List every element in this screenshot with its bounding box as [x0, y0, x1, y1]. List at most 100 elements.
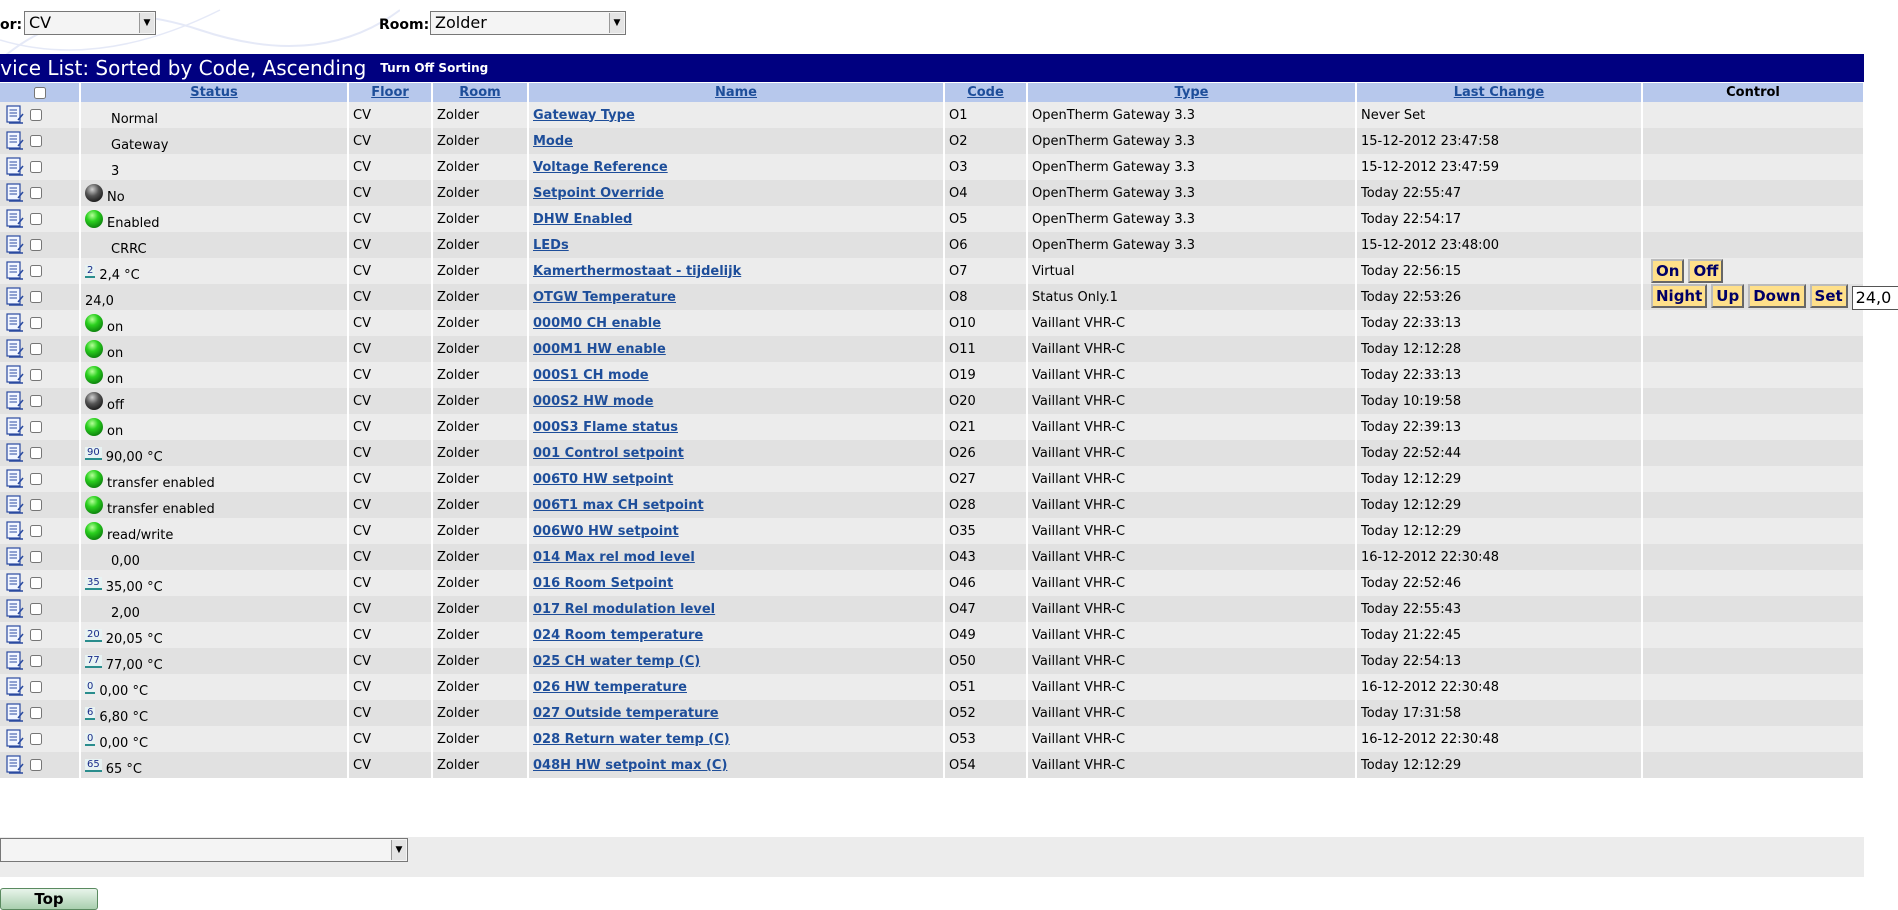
chevron-down-icon[interactable]: ▼: [139, 13, 154, 33]
device-name-link[interactable]: Gateway Type: [533, 108, 635, 123]
row-checkbox[interactable]: [30, 629, 42, 641]
device-name-link[interactable]: 000S3 Flame status: [533, 420, 678, 435]
row-checkbox[interactable]: [30, 447, 42, 459]
edit-device-icon[interactable]: [6, 729, 24, 749]
bulk-action-select[interactable]: ▼: [0, 838, 408, 862]
row-checkbox[interactable]: [30, 187, 42, 199]
device-name-link[interactable]: 000M0 CH enable: [533, 316, 661, 331]
edit-device-icon[interactable]: [6, 183, 24, 203]
sort-room-link[interactable]: Room: [459, 85, 500, 100]
control-button-on[interactable]: On: [1651, 259, 1685, 283]
row-checkbox[interactable]: [30, 551, 42, 563]
edit-device-icon[interactable]: [6, 417, 24, 437]
device-name-link[interactable]: 000S1 CH mode: [533, 368, 649, 383]
device-name-link[interactable]: 001 Control setpoint: [533, 446, 684, 461]
device-name-link[interactable]: 006T0 HW setpoint: [533, 472, 673, 487]
sort-status-link[interactable]: Status: [190, 85, 238, 100]
device-name-link[interactable]: 026 HW temperature: [533, 680, 687, 695]
edit-device-icon[interactable]: [6, 157, 24, 177]
device-name-link[interactable]: LEDs: [533, 238, 569, 253]
device-name-link[interactable]: 028 Return water temp (C): [533, 732, 730, 747]
device-name-link[interactable]: 024 Room temperature: [533, 628, 703, 643]
edit-device-icon[interactable]: [6, 235, 24, 255]
control-button-up[interactable]: Up: [1711, 284, 1745, 309]
edit-device-icon[interactable]: [6, 651, 24, 671]
row-checkbox[interactable]: [30, 395, 42, 407]
row-checkbox[interactable]: [30, 291, 42, 303]
row-checkbox[interactable]: [30, 369, 42, 381]
chevron-down-icon[interactable]: ▼: [391, 840, 406, 860]
sort-code-link[interactable]: Code: [967, 85, 1004, 100]
edit-device-icon[interactable]: [6, 313, 24, 333]
row-checkbox[interactable]: [30, 655, 42, 667]
row-checkbox[interactable]: [30, 161, 42, 173]
sort-last-change-link[interactable]: Last Change: [1454, 85, 1544, 100]
device-name-link[interactable]: Mode: [533, 134, 573, 149]
edit-device-icon[interactable]: [6, 365, 24, 385]
device-name-link[interactable]: 048H HW setpoint max (C): [533, 758, 727, 773]
row-checkbox[interactable]: [30, 239, 42, 251]
device-name-link[interactable]: 000S2 HW mode: [533, 394, 653, 409]
sort-floor-link[interactable]: Floor: [371, 85, 409, 100]
edit-device-icon[interactable]: [6, 339, 24, 359]
device-name-link[interactable]: Kamerthermostaat - tijdelijk: [533, 264, 741, 279]
edit-device-icon[interactable]: [6, 391, 24, 411]
turn-off-sorting-link[interactable]: Turn Off Sorting: [380, 61, 488, 75]
edit-device-icon[interactable]: [6, 209, 24, 229]
edit-device-icon[interactable]: [6, 443, 24, 463]
row-checkbox[interactable]: [30, 759, 42, 771]
row-checkbox[interactable]: [30, 213, 42, 225]
edit-device-icon[interactable]: [6, 625, 24, 645]
device-name-link[interactable]: 000M1 HW enable: [533, 342, 666, 357]
edit-device-icon[interactable]: [6, 261, 24, 281]
edit-device-icon[interactable]: [6, 495, 24, 515]
sort-name-link[interactable]: Name: [715, 85, 757, 100]
row-checkbox[interactable]: [30, 499, 42, 511]
control-button-off[interactable]: Off: [1688, 259, 1724, 283]
edit-device-icon[interactable]: [6, 599, 24, 619]
device-name-link[interactable]: 025 CH water temp (C): [533, 654, 700, 669]
edit-device-icon[interactable]: [6, 105, 24, 125]
top-button[interactable]: Top: [0, 888, 98, 910]
chevron-down-icon[interactable]: ▼: [609, 13, 624, 33]
row-checkbox[interactable]: [30, 525, 42, 537]
edit-device-icon[interactable]: [6, 755, 24, 775]
edit-device-icon[interactable]: [6, 287, 24, 307]
row-checkbox[interactable]: [30, 473, 42, 485]
device-name-link[interactable]: OTGW Temperature: [533, 290, 676, 305]
control-button-down[interactable]: Down: [1748, 284, 1806, 309]
select-all-checkbox[interactable]: [33, 86, 46, 99]
device-name-link[interactable]: 014 Max rel mod level: [533, 550, 695, 565]
edit-device-icon[interactable]: [6, 703, 24, 723]
edit-device-icon[interactable]: [6, 521, 24, 541]
row-checkbox[interactable]: [30, 135, 42, 147]
device-name-link[interactable]: 027 Outside temperature: [533, 706, 719, 721]
row-checkbox[interactable]: [30, 421, 42, 433]
edit-device-icon[interactable]: [6, 131, 24, 151]
row-checkbox[interactable]: [30, 577, 42, 589]
device-name-link[interactable]: Setpoint Override: [533, 186, 664, 201]
device-name-link[interactable]: Voltage Reference: [533, 160, 668, 175]
device-name-link[interactable]: 006W0 HW setpoint: [533, 524, 679, 539]
row-checkbox[interactable]: [30, 707, 42, 719]
control-button-night[interactable]: Night: [1651, 284, 1708, 309]
row-checkbox[interactable]: [30, 265, 42, 277]
row-checkbox[interactable]: [30, 603, 42, 615]
floor-select[interactable]: CV ▼: [24, 11, 156, 35]
edit-device-icon[interactable]: [6, 677, 24, 697]
device-name-link[interactable]: 016 Room Setpoint: [533, 576, 673, 591]
device-name-link[interactable]: 006T1 max CH setpoint: [533, 498, 704, 513]
row-checkbox[interactable]: [30, 733, 42, 745]
control-button-set[interactable]: Set: [1809, 284, 1848, 309]
control-value-input[interactable]: 24,0: [1851, 285, 1898, 310]
row-checkbox[interactable]: [30, 317, 42, 329]
row-checkbox[interactable]: [30, 109, 42, 121]
device-name-link[interactable]: 017 Rel modulation level: [533, 602, 715, 617]
sort-type-link[interactable]: Type: [1175, 85, 1209, 100]
row-checkbox[interactable]: [30, 343, 42, 355]
edit-device-icon[interactable]: [6, 573, 24, 593]
device-name-link[interactable]: DHW Enabled: [533, 212, 632, 227]
row-checkbox[interactable]: [30, 681, 42, 693]
edit-device-icon[interactable]: [6, 547, 24, 567]
edit-device-icon[interactable]: [6, 469, 24, 489]
